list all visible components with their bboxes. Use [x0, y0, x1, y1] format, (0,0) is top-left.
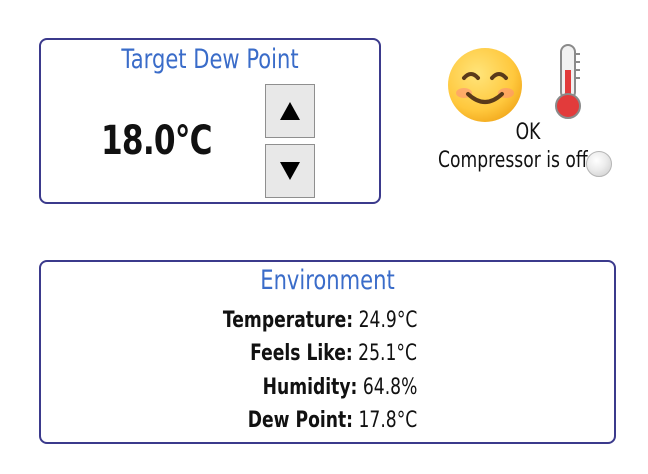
- compressor-status: Compressor is off: [438, 148, 630, 177]
- status-panel: OK Compressor is off: [430, 40, 630, 190]
- status-text: OK: [515, 120, 541, 145]
- dew-point-label: Dew Point:: [247, 408, 353, 433]
- target-dew-point-value: 18.0°C: [101, 118, 213, 164]
- compressor-status-text: Compressor is off: [438, 148, 588, 173]
- feels-like-label: Feels Like:: [250, 341, 353, 366]
- humidity-value: 64.8%: [362, 375, 417, 400]
- up-arrow-icon: [280, 102, 300, 120]
- environment-card: Environment Temperature: 24.9°C Feels Li…: [39, 260, 616, 444]
- temperature-value: 24.9°C: [358, 308, 417, 333]
- humidity-label: Humidity:: [262, 375, 358, 400]
- decrease-button[interactable]: [265, 144, 315, 198]
- feels-like-row: Feels Like: 25.1°C: [41, 341, 417, 366]
- target-dew-point-card: Target Dew Point 18.0°C: [39, 38, 381, 204]
- down-arrow-icon: [280, 162, 300, 180]
- dew-point-row: Dew Point: 17.8°C: [41, 408, 417, 433]
- smiling-face-icon: [446, 46, 524, 128]
- humidity-row: Humidity: 64.8%: [41, 375, 417, 400]
- environment-title: Environment: [260, 265, 395, 296]
- white-circle-icon: [586, 151, 612, 177]
- temperature-label: Temperature:: [222, 308, 353, 333]
- thermometer-icon: [548, 42, 588, 126]
- target-dew-point-title: Target Dew Point: [121, 44, 299, 75]
- feels-like-value: 25.1°C: [358, 341, 417, 366]
- increase-button[interactable]: [265, 84, 315, 138]
- temperature-row: Temperature: 24.9°C: [41, 308, 417, 333]
- dew-point-value: 17.8°C: [358, 408, 417, 433]
